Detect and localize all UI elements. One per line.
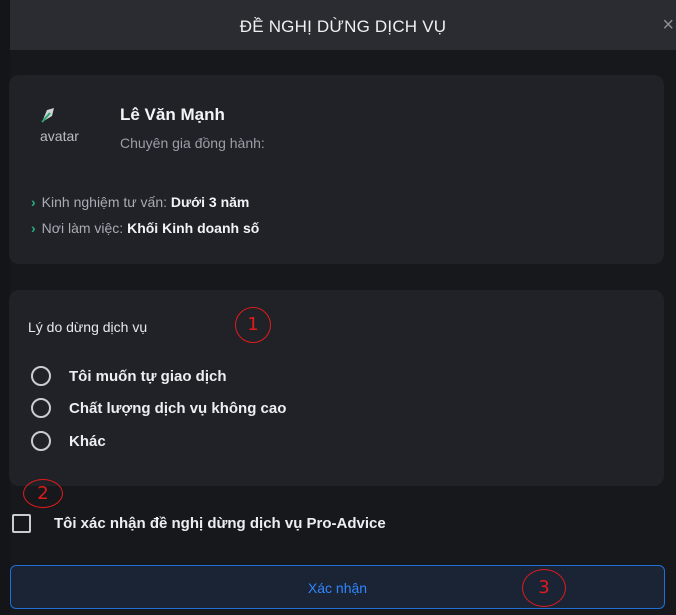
- reason-option-other[interactable]: Khác: [31, 429, 106, 453]
- info-label: Kinh nghiệm tư vấn:: [41, 194, 168, 210]
- reason-option-low-quality[interactable]: Chất lượng dịch vụ không cao: [31, 396, 286, 420]
- option-label: Khác: [69, 432, 106, 450]
- chevron-right-icon: ›: [31, 194, 36, 210]
- radio-button[interactable]: [31, 431, 51, 451]
- option-label: Tôi muốn tự giao dịch: [69, 367, 227, 385]
- broken-image-icon: [41, 108, 54, 123]
- modal-header: ĐỀ NGHỊ DỪNG DỊCH VỤ ×: [10, 0, 676, 50]
- radio-button[interactable]: [31, 366, 51, 386]
- info-value: Khối Kinh doanh số: [127, 220, 260, 236]
- confirm-label: Tôi xác nhận đề nghị dừng dịch vụ Pro-Ad…: [54, 515, 386, 532]
- reason-card: Lý do dừng dịch vụ Tôi muốn tự giao dịch…: [9, 290, 664, 486]
- advisor-role: Chuyên gia đồng hành:: [120, 135, 265, 151]
- modal-title: ĐỀ NGHỊ DỪNG DỊCH VỤ: [239, 17, 447, 36]
- annotation-marker-2: 2: [23, 479, 63, 508]
- annotation-marker-1: 1: [235, 307, 271, 343]
- reason-option-self-trade[interactable]: Tôi muốn tự giao dịch: [31, 364, 227, 388]
- confirm-button[interactable]: Xác nhận: [10, 565, 665, 609]
- advisor-name: Lê Văn Mạnh: [120, 105, 225, 124]
- confirm-checkbox[interactable]: [12, 514, 31, 533]
- info-workplace: › Nơi làm việc: Khối Kinh doanh số: [31, 220, 259, 236]
- avatar: avatar: [29, 105, 89, 145]
- avatar-alt-text: avatar: [40, 128, 79, 144]
- info-label: Nơi làm việc:: [41, 220, 124, 236]
- info-value: Dưới 3 năm: [170, 194, 250, 210]
- reason-title: Lý do dừng dịch vụ: [28, 319, 148, 335]
- info-experience: › Kinh nghiệm tư vấn: Dưới 3 năm: [31, 194, 249, 210]
- chevron-right-icon: ›: [31, 220, 36, 236]
- radio-button[interactable]: [31, 398, 51, 418]
- annotation-marker-3: 3: [522, 569, 566, 607]
- option-label: Chất lượng dịch vụ không cao: [69, 399, 287, 417]
- confirm-checkbox-row[interactable]: Tôi xác nhận đề nghị dừng dịch vụ Pro-Ad…: [12, 514, 386, 533]
- advisor-card: avatar Lê Văn Mạnh Chuyên gia đồng hành:…: [9, 75, 664, 264]
- close-icon[interactable]: ×: [662, 15, 674, 35]
